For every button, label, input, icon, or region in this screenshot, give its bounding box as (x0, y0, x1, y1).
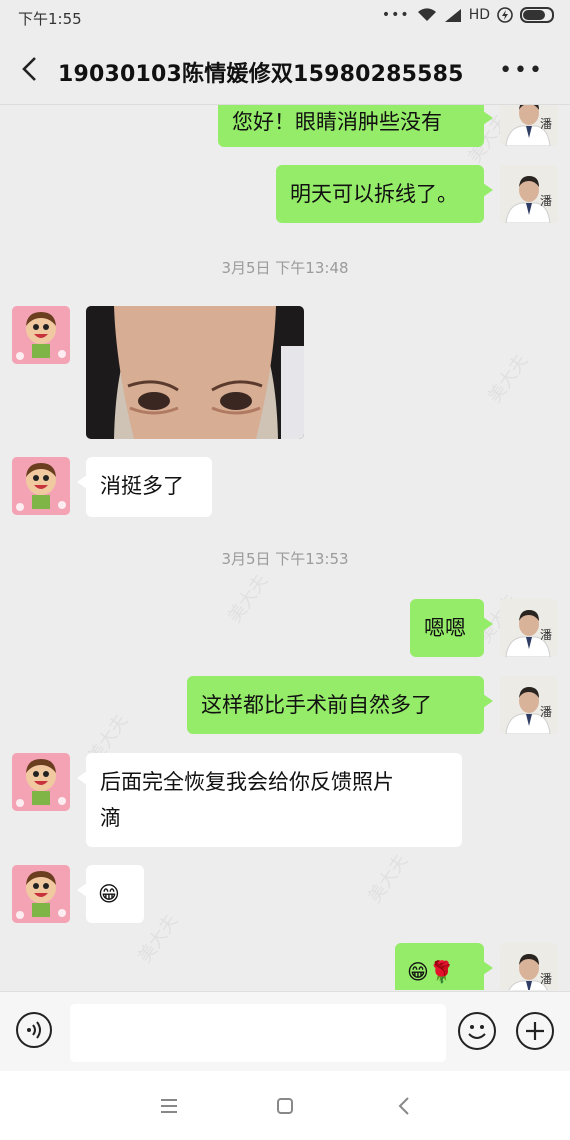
message-text: 嗯嗯 (424, 616, 466, 640)
emoji-icon[interactable] (458, 1012, 496, 1050)
message-text: 明天可以拆线了。 (290, 182, 458, 206)
doctor-avatar-image: 潘 (500, 676, 558, 734)
message-bubble-received[interactable]: 😁 (77, 865, 144, 923)
doctor-avatar-image: 潘 (500, 105, 558, 146)
chat-area[interactable]: 美大夫 美大夫 美大夫 美大夫 美大夫 美大夫 美大夫 美大夫 您好！眼睛消肿些… (0, 105, 570, 990)
message-text-line: 滴 (100, 806, 121, 830)
svg-text:潘: 潘 (540, 194, 552, 208)
timestamp: 3月5日 下午13:48 (221, 259, 349, 277)
watermark: 美大夫 (484, 350, 533, 408)
patient-avatar-image (12, 865, 70, 923)
svg-text:潘: 潘 (540, 972, 552, 986)
status-bar: 下午1:55 ••• HD (0, 0, 570, 36)
doctor-avatar-image: 潘 (500, 599, 558, 657)
grin-emoji: 😁 (98, 882, 120, 906)
message-text: 消挺多了 (100, 474, 184, 498)
doctor-avatar[interactable]: 潘 (500, 165, 558, 223)
more-features-icon[interactable] (516, 1012, 554, 1050)
more-options-icon[interactable]: ••• (499, 58, 544, 83)
message-text-line: 后面完全恢复我会给你反馈照片 (100, 770, 394, 794)
back-icon[interactable] (16, 54, 46, 84)
patient-avatar[interactable] (12, 753, 70, 811)
battery-icon (520, 7, 554, 23)
emoji-message: 😁🌹 (407, 960, 456, 984)
message-bubble-sent[interactable]: 😁🌹 (395, 943, 493, 990)
menu-icon[interactable] (156, 1093, 182, 1119)
smiley-face-icon (468, 1025, 486, 1039)
back-nav-icon[interactable] (392, 1093, 418, 1119)
patient-avatar-image (12, 306, 70, 364)
message-bubble-received[interactable]: 后面完全恢复我会给你反馈照片 滴 (77, 753, 462, 847)
eye-photo (86, 306, 304, 439)
doctor-avatar-image: 潘 (500, 943, 558, 990)
doctor-avatar[interactable]: 潘 (500, 105, 558, 146)
patient-avatar-image (12, 753, 70, 811)
message-text: 您好！眼睛消肿些没有 (232, 110, 442, 134)
message-bubble-sent[interactable]: 嗯嗯 (410, 599, 493, 657)
system-nav-bar (0, 1071, 570, 1140)
watermark: 美大夫 (364, 850, 413, 907)
patient-avatar-image (12, 457, 70, 515)
message-bubble-received[interactable]: 消挺多了 (77, 457, 212, 517)
timestamp: 3月5日 下午13:53 (221, 550, 349, 568)
message-input[interactable] (70, 1004, 446, 1062)
wifi-icon (417, 8, 436, 21)
message-bubble-sent[interactable]: 明天可以拆线了。 (276, 165, 493, 223)
message-bubble-sent[interactable]: 这样都比手术前自然多了 (187, 676, 493, 734)
doctor-avatar[interactable]: 潘 (500, 599, 558, 657)
svg-text:潘: 潘 (540, 628, 552, 642)
dots-icon: ••• (381, 7, 410, 23)
patient-avatar[interactable] (12, 306, 70, 364)
message-text: 这样都比手术前自然多了 (201, 693, 432, 717)
message-bubble-sent[interactable]: 您好！眼睛消肿些没有 (218, 105, 493, 147)
patient-avatar[interactable] (12, 865, 70, 923)
watermark: 美大夫 (224, 570, 273, 627)
chat-title: 19030103陈情媛修双15980285585 (58, 62, 464, 87)
voice-waves-icon (27, 1021, 41, 1039)
doctor-avatar[interactable]: 潘 (500, 943, 558, 990)
doctor-avatar[interactable]: 潘 (500, 676, 558, 734)
signal-icon (444, 8, 461, 22)
doctor-avatar-image: 潘 (500, 165, 558, 223)
status-time: 下午1:55 (18, 10, 82, 28)
svg-text:潘: 潘 (540, 117, 552, 131)
network-label: HD (468, 7, 490, 23)
home-icon[interactable] (272, 1093, 298, 1119)
plus-icon (526, 1022, 544, 1040)
charging-icon (497, 7, 513, 23)
chat-header: 19030103陈情媛修双15980285585 ••• (0, 36, 570, 105)
patient-avatar[interactable] (12, 457, 70, 515)
voice-input-icon[interactable] (16, 1012, 52, 1048)
svg-text:潘: 潘 (540, 705, 552, 719)
input-bar (0, 991, 570, 1072)
status-icons: ••• HD (382, 7, 554, 23)
message-image[interactable] (86, 306, 304, 439)
